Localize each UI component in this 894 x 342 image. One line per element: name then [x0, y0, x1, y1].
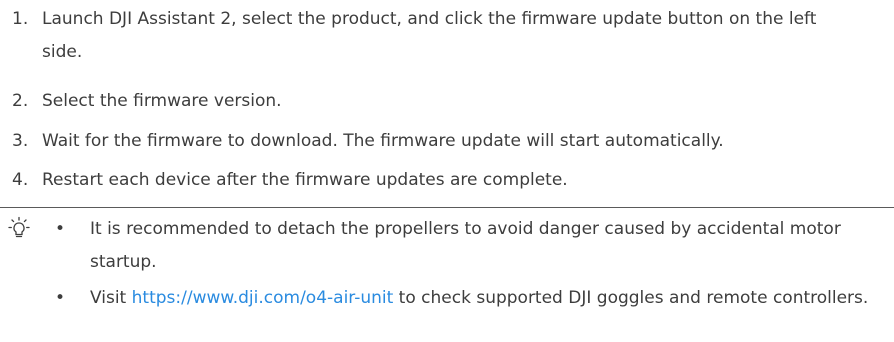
tip-text: Visit https://www.dji.com/o4-air-unit to…: [90, 282, 880, 315]
tip-text: It is recommended to detach the propelle…: [90, 219, 841, 272]
step-number: 3.: [12, 131, 29, 151]
section-divider: [0, 207, 894, 208]
step-number: 1.: [12, 9, 29, 29]
tip-text-before: Visit: [90, 288, 132, 308]
step-number: 4.: [12, 170, 29, 190]
step-text: Select the firmware version.: [42, 91, 282, 111]
tip-text-after: to check supported DJI goggles and remot…: [393, 288, 869, 308]
step-1: 1. Launch DJI Assistant 2, select the pr…: [0, 3, 860, 69]
step-number: 2.: [12, 91, 29, 111]
bullet: •: [55, 288, 66, 308]
support-link[interactable]: https://www.dji.com/o4-air-unit: [132, 288, 394, 308]
tip-item-2: • Visit https://www.dji.com/o4-air-unit …: [0, 282, 894, 315]
step-text: Restart each device after the firmware u…: [42, 170, 568, 190]
step-text: Wait for the firmware to download. The f…: [42, 131, 724, 151]
step-text: Launch DJI Assistant 2, select the produ…: [42, 9, 817, 62]
step-2: 2. Select the firmware version.: [0, 85, 860, 118]
step-4: 4. Restart each device after the firmwar…: [0, 164, 860, 197]
tip-item-1: • It is recommended to detach the propel…: [0, 213, 894, 279]
bullet: •: [55, 219, 66, 239]
step-3: 3. Wait for the firmware to download. Th…: [0, 125, 860, 158]
